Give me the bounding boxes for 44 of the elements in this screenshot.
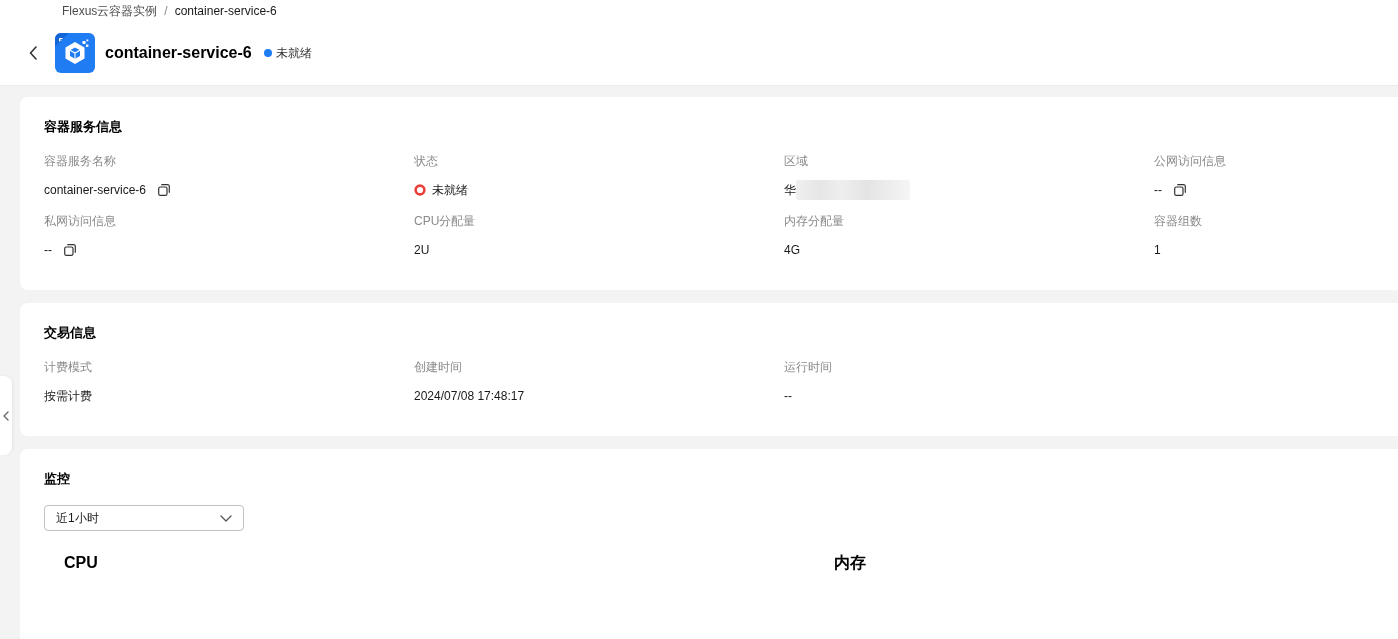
section-title: 监控 — [44, 470, 70, 488]
field-value: 按需计费 — [44, 388, 92, 405]
chevron-down-icon — [220, 514, 232, 522]
status-ring-icon — [414, 184, 426, 196]
copy-icon[interactable] — [158, 184, 171, 196]
field-label: 区域 — [784, 153, 808, 170]
field-value: 华 — [784, 182, 796, 199]
field-label: 创建时间 — [414, 359, 462, 376]
status-text: 未就绪 — [275, 45, 312, 62]
field-label: 公网访问信息 — [1154, 153, 1226, 170]
copy-icon[interactable] — [1174, 184, 1186, 196]
field-value: 1 — [1154, 242, 1161, 259]
back-button[interactable] — [29, 46, 37, 60]
field-value: -- — [1154, 182, 1162, 199]
time-range-select[interactable]: 近1小时 — [44, 505, 244, 531]
section-title: 交易信息 — [44, 324, 96, 342]
field-value: 4G — [784, 242, 800, 259]
status-dot-icon — [263, 49, 272, 57]
chart-title: 内存 — [834, 554, 866, 571]
field-label: 内存分配量 — [784, 213, 844, 230]
field-label: 容器服务名称 — [44, 153, 116, 170]
field-value: -- — [44, 242, 52, 259]
page-title: container-service-6 — [105, 43, 252, 63]
chart-title: CPU — [64, 554, 98, 571]
sidebar-toggle-button[interactable] — [0, 376, 12, 455]
breadcrumb-link[interactable]: Flexus云容器实例 — [62, 1, 158, 21]
field-value: 2024/07/08 17:48:17 — [414, 388, 525, 405]
field-value: 2U — [414, 242, 430, 259]
chevron-left-icon — [3, 410, 9, 421]
field-label: 状态 — [414, 153, 438, 170]
field-value: container-service-6 — [44, 182, 147, 199]
breadcrumb-current: container-service-6 — [174, 3, 277, 20]
breadcrumb-separator: / — [164, 3, 168, 20]
field-label: 容器组数 — [1154, 213, 1202, 230]
field-label: CPU分配量 — [414, 213, 476, 230]
field-label: 运行时间 — [784, 359, 832, 376]
field-value: 未就绪 — [432, 182, 468, 199]
cube-app-icon — [55, 33, 95, 73]
section-title: 容器服务信息 — [44, 118, 122, 136]
field-label: 计费模式 — [44, 359, 92, 376]
chevron-left-icon — [29, 46, 37, 60]
copy-icon[interactable] — [64, 244, 76, 256]
field-value: -- — [784, 388, 792, 405]
field-label: 私网访问信息 — [44, 213, 116, 230]
